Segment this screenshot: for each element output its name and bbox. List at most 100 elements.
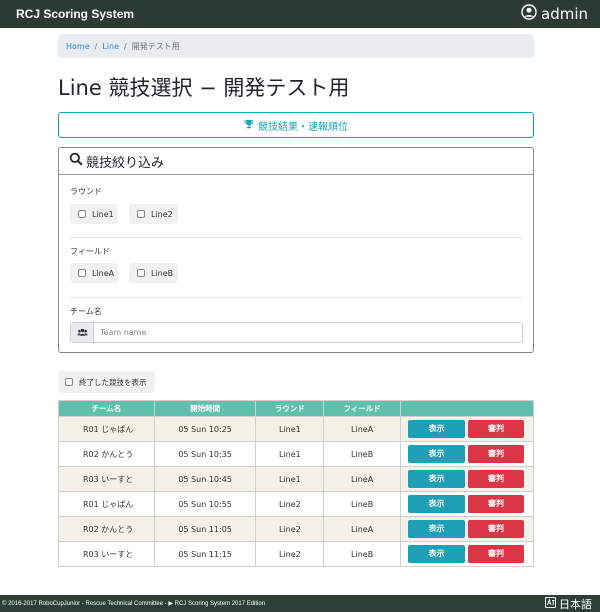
round-cell: Line2 xyxy=(255,516,325,542)
breadcrumb-separator: / xyxy=(94,41,98,51)
field-cell: LineA xyxy=(323,416,402,442)
field-cell: LineA xyxy=(323,466,402,492)
view-button[interactable]: 表示 xyxy=(408,495,466,513)
footer-copyright: © 2016-2017 RoboCupJunior - Rescue Techn… xyxy=(2,601,266,607)
column-header-field[interactable]: フィールド xyxy=(323,400,402,417)
show-finished-checkbox[interactable]: 終了した競技を表示 xyxy=(58,371,155,393)
view-button[interactable]: 表示 xyxy=(408,470,466,488)
show-finished-label: 終了した競技を表示 xyxy=(79,377,147,387)
field-cell: LineB xyxy=(323,491,402,517)
trophy-icon xyxy=(244,119,254,132)
breadcrumb-line[interactable]: Line xyxy=(102,42,119,51)
start-time-cell: 05 Sun 11:05 xyxy=(153,516,257,542)
start-time-cell: 05 Sun 11:15 xyxy=(153,541,257,567)
judge-button[interactable]: 審判 xyxy=(468,420,525,438)
user-menu[interactable]: admin xyxy=(521,4,588,24)
checkbox-box xyxy=(137,269,145,277)
language-icon xyxy=(545,596,556,611)
actions-cell: 表示 審判 xyxy=(400,491,534,517)
actions-cell: 表示 審判 xyxy=(400,416,534,442)
judge-button[interactable]: 審判 xyxy=(468,445,525,463)
divider xyxy=(70,237,522,238)
round-line1-checkbox[interactable]: Line1 xyxy=(70,204,118,224)
judge-button[interactable]: 審判 xyxy=(468,545,525,563)
start-time-cell: 05 Sun 10:25 xyxy=(153,416,257,442)
user-name: admin xyxy=(541,5,588,23)
judge-button[interactable]: 審判 xyxy=(468,470,525,488)
team-name-input[interactable] xyxy=(94,323,522,342)
team-cell: R02 かんとう xyxy=(58,516,155,542)
checkbox-label: Line2 xyxy=(151,209,173,219)
view-button[interactable]: 表示 xyxy=(408,445,466,463)
table-row: R02 かんとう 05 Sun 10:35 Line1 LineB 表示 審判 xyxy=(58,441,534,467)
language-label: 日本語 xyxy=(559,597,592,611)
results-button-label: 競技結果・速報順位 xyxy=(258,121,348,133)
breadcrumb: Home / Line / 開発テスト用 xyxy=(58,34,534,58)
team-cell: R03 いーすと xyxy=(58,541,155,567)
language-selector[interactable]: 日本語 xyxy=(545,596,592,612)
field-cell: LineA xyxy=(323,516,402,542)
column-header-team[interactable]: チーム名 xyxy=(58,400,155,417)
table-row: R01 じゃぱん 05 Sun 10:25 Line1 LineA 表示 審判 xyxy=(58,416,534,442)
team-cell: R01 じゃぱん xyxy=(58,416,155,442)
breadcrumb-home[interactable]: Home xyxy=(66,42,90,51)
brand[interactable]: RCJ Scoring System xyxy=(16,7,134,21)
column-header-start-time[interactable]: 開始時間 xyxy=(153,400,257,417)
results-button[interactable]: 競技結果・速報順位 xyxy=(58,112,534,138)
start-time-cell: 05 Sun 10:45 xyxy=(153,466,257,492)
team-cell: R02 かんとう xyxy=(58,441,155,467)
field-lineb-checkbox[interactable]: LineB xyxy=(129,263,178,283)
checkbox-label: Line1 xyxy=(92,209,114,219)
team-name-field xyxy=(70,322,523,343)
filter-title: 競技絞り込み xyxy=(86,155,165,171)
actions-cell: 表示 審判 xyxy=(400,466,534,492)
actions-cell: 表示 審判 xyxy=(400,441,534,467)
team-cell: R03 いーすと xyxy=(58,466,155,492)
round-cell: Line2 xyxy=(255,541,325,567)
field-linea-checkbox[interactable]: LineA xyxy=(70,263,118,283)
table-row: R01 じゃぱん 05 Sun 10:55 Line2 LineB 表示 審判 xyxy=(58,491,534,517)
users-icon xyxy=(71,323,94,342)
round-cell: Line2 xyxy=(255,491,325,517)
start-time-cell: 05 Sun 10:55 xyxy=(153,491,257,517)
view-button[interactable]: 表示 xyxy=(408,520,466,538)
checkbox-box xyxy=(78,210,86,218)
footer: © 2016-2017 RoboCupJunior - Rescue Techn… xyxy=(0,595,600,612)
judge-button[interactable]: 審判 xyxy=(468,520,525,538)
field-cell: LineB xyxy=(323,441,402,467)
field-label: フィールド xyxy=(70,247,110,256)
search-icon xyxy=(69,152,83,170)
checkbox-box xyxy=(137,210,145,218)
divider xyxy=(70,297,522,298)
table-header-row: チーム名 開始時間 ラウンド フィールド xyxy=(58,400,534,417)
view-button[interactable]: 表示 xyxy=(408,420,466,438)
page-title: Line 競技選択 − 開発テスト用 xyxy=(58,76,350,100)
actions-cell: 表示 審判 xyxy=(400,516,534,542)
breadcrumb-current: 開発テスト用 xyxy=(131,41,180,51)
user-circle-icon xyxy=(521,4,537,24)
column-header-round[interactable]: ラウンド xyxy=(255,400,325,417)
table-row: R03 いーすと 05 Sun 11:15 Line2 LineB 表示 審判 xyxy=(58,541,534,567)
actions-cell: 表示 審判 xyxy=(400,541,534,567)
round-cell: Line1 xyxy=(255,416,325,442)
team-label: チーム名 xyxy=(70,307,102,316)
checkbox-label: LineA xyxy=(92,268,115,278)
view-button[interactable]: 表示 xyxy=(408,545,466,563)
round-label: ラウンド xyxy=(70,187,102,196)
table-row: R02 かんとう 05 Sun 11:05 Line2 LineA 表示 審判 xyxy=(58,516,534,542)
start-time-cell: 05 Sun 10:35 xyxy=(153,441,257,467)
team-cell: R01 じゃぱん xyxy=(58,491,155,517)
checkbox-box xyxy=(78,269,86,277)
judge-button[interactable]: 審判 xyxy=(468,495,525,513)
filter-card: 競技絞り込み ラウンド Line1 Line2 フィールド LineA Line… xyxy=(58,147,534,353)
round-line2-checkbox[interactable]: Line2 xyxy=(129,204,178,224)
checkbox-label: LineB xyxy=(151,268,174,278)
filter-header: 競技絞り込み xyxy=(59,148,533,175)
field-cell: LineB xyxy=(323,541,402,567)
round-cell: Line1 xyxy=(255,441,325,467)
round-cell: Line1 xyxy=(255,466,325,492)
navbar: RCJ Scoring System admin xyxy=(0,0,600,28)
table-row: R03 いーすと 05 Sun 10:45 Line1 LineA 表示 審判 xyxy=(58,466,534,492)
checkbox-box xyxy=(65,378,73,386)
column-header-actions xyxy=(400,400,534,417)
